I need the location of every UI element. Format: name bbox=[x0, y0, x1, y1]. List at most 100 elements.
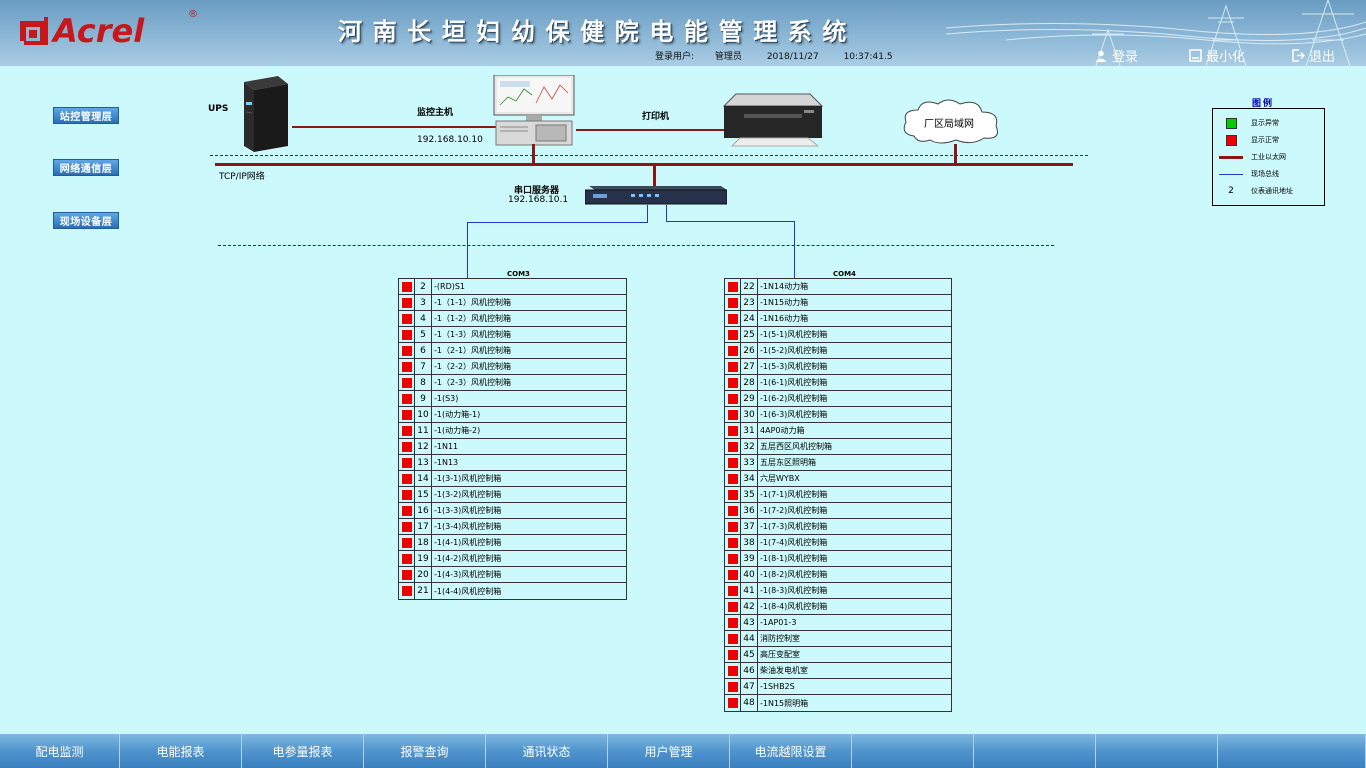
com4-device-row[interactable]: 48 -1N15照明箱 bbox=[725, 695, 951, 711]
login-button[interactable]: 登录 bbox=[1094, 47, 1138, 65]
status-indicator-icon bbox=[725, 423, 741, 438]
layer-button-station-control[interactable]: 站控管理层 bbox=[53, 107, 119, 124]
com3-device-row[interactable]: 19 -1(4-2)风机控制箱 bbox=[399, 551, 626, 567]
layer-button-network-comm[interactable]: 网络通信层 bbox=[53, 159, 119, 176]
com4-device-row[interactable]: 27 -1(5-3)风机控制箱 bbox=[725, 359, 951, 375]
com3-device-row[interactable]: 21 -1(4-4)风机控制箱 bbox=[399, 583, 626, 599]
com4-device-row[interactable]: 26 -1(5-2)风机控制箱 bbox=[725, 343, 951, 359]
com3-device-row[interactable]: 12 -1N11 bbox=[399, 439, 626, 455]
com4-device-row[interactable]: 43 -1AP01-3 bbox=[725, 615, 951, 631]
device-address: 5 bbox=[415, 327, 432, 342]
com4-device-row[interactable]: 22 -1N14动力箱 bbox=[725, 279, 951, 295]
com3-device-row[interactable]: 3 -1（1-1）风机控制箱 bbox=[399, 295, 626, 311]
com4-device-row[interactable]: 32 五层西区风机控制箱 bbox=[725, 439, 951, 455]
com3-device-row[interactable]: 11 -1(动力箱-2) bbox=[399, 423, 626, 439]
status-indicator-icon bbox=[399, 295, 415, 310]
com3-device-row[interactable]: 14 -1(3-1)风机控制箱 bbox=[399, 471, 626, 487]
com3-device-row[interactable]: 18 -1(4-1)风机控制箱 bbox=[399, 535, 626, 551]
com3-device-row[interactable]: 13 -1N13 bbox=[399, 455, 626, 471]
com4-device-row[interactable]: 38 -1(7-4)风机控制箱 bbox=[725, 535, 951, 551]
legend-item-address: 2 仪表通讯地址 bbox=[1213, 184, 1324, 198]
com4-device-row[interactable]: 31 4AP0动力箱 bbox=[725, 423, 951, 439]
com4-device-row[interactable]: 29 -1(6-2)风机控制箱 bbox=[725, 391, 951, 407]
footer-tab-3[interactable]: 电参量报表 bbox=[242, 734, 364, 768]
device-name: -1(3-1)风机控制箱 bbox=[434, 474, 502, 483]
device-name: -1（1-2）风机控制箱 bbox=[434, 314, 512, 323]
com3-device-row[interactable]: 6 -1（2-1）风机控制箱 bbox=[399, 343, 626, 359]
footer-tab-5[interactable]: 通讯状态 bbox=[486, 734, 608, 768]
footer-tab-4[interactable]: 报警查询 bbox=[364, 734, 486, 768]
device-name: -1(5-3)风机控制箱 bbox=[760, 362, 828, 371]
device-name: 六层WYBX bbox=[760, 474, 800, 483]
com4-device-row[interactable]: 40 -1(8-2)风机控制箱 bbox=[725, 567, 951, 583]
com4-device-row[interactable]: 45 高压变配室 bbox=[725, 647, 951, 663]
footer-tab-10[interactable] bbox=[1096, 734, 1218, 768]
footer-tab-2[interactable]: 电能报表 bbox=[120, 734, 242, 768]
legend-box: 显示异常 显示正常 工业以太网 现场总线 2 仪表通讯地址 bbox=[1212, 108, 1325, 206]
com4-device-row[interactable]: 46 柴油发电机室 bbox=[725, 663, 951, 679]
minimize-button[interactable]: 最小化 bbox=[1188, 47, 1245, 65]
layer-separator-bottom bbox=[218, 245, 1054, 246]
device-name: -1(4-2)风机控制箱 bbox=[434, 554, 502, 563]
com4-device-row[interactable]: 37 -1(7-3)风机控制箱 bbox=[725, 519, 951, 535]
com3-device-row[interactable]: 16 -1(3-3)风机控制箱 bbox=[399, 503, 626, 519]
device-address: 10 bbox=[415, 407, 432, 422]
com4-device-row[interactable]: 44 消防控制室 bbox=[725, 631, 951, 647]
serial-server-icon[interactable] bbox=[584, 184, 728, 206]
com3-device-row[interactable]: 4 -1（1-2）风机控制箱 bbox=[399, 311, 626, 327]
status-indicator-icon bbox=[399, 279, 415, 294]
device-address: 28 bbox=[741, 375, 758, 390]
com4-device-row[interactable]: 30 -1(6-3)风机控制箱 bbox=[725, 407, 951, 423]
red-line-icon bbox=[1213, 155, 1249, 159]
com4-device-row[interactable]: 24 -1N16动力箱 bbox=[725, 311, 951, 327]
com4-device-row[interactable]: 42 -1(8-4)风机控制箱 bbox=[725, 599, 951, 615]
lan-drop-link bbox=[954, 144, 957, 163]
device-name: -1(6-1)风机控制箱 bbox=[760, 378, 828, 387]
footer-tab-1[interactable]: 配电监测 bbox=[0, 734, 120, 768]
host-ip: 192.168.10.10 bbox=[417, 135, 483, 145]
com3-device-row[interactable]: 20 -1(4-3)风机控制箱 bbox=[399, 567, 626, 583]
com4-device-row[interactable]: 33 五层东区照明箱 bbox=[725, 455, 951, 471]
device-name: -1(5-1)风机控制箱 bbox=[760, 330, 828, 339]
com3-device-row[interactable]: 9 -1(S3) bbox=[399, 391, 626, 407]
com3-device-row[interactable]: 7 -1（2-2）风机控制箱 bbox=[399, 359, 626, 375]
com4-device-row[interactable]: 47 -1SHB2S bbox=[725, 679, 951, 695]
logout-button[interactable]: 退出 bbox=[1291, 47, 1335, 65]
device-name: -1（2-3）风机控制箱 bbox=[434, 378, 512, 387]
status-indicator-icon bbox=[725, 615, 741, 630]
footer-tab-8[interactable] bbox=[852, 734, 974, 768]
com3-device-row[interactable]: 5 -1（1-3）风机控制箱 bbox=[399, 327, 626, 343]
device-address: 21 bbox=[415, 583, 432, 599]
ups-device-icon[interactable] bbox=[232, 76, 292, 152]
com4-device-row[interactable]: 25 -1(5-1)风机控制箱 bbox=[725, 327, 951, 343]
printer-icon[interactable] bbox=[722, 88, 826, 148]
device-name: -1(S3) bbox=[434, 394, 459, 403]
com4-device-row[interactable]: 34 六层WYBX bbox=[725, 471, 951, 487]
footer-tab-7[interactable]: 电流越限设置 bbox=[730, 734, 852, 768]
device-address: 43 bbox=[741, 615, 758, 630]
com3-device-row[interactable]: 17 -1(3-4)风机控制箱 bbox=[399, 519, 626, 535]
com4-device-row[interactable]: 23 -1N15动力箱 bbox=[725, 295, 951, 311]
footer-tab-9[interactable] bbox=[974, 734, 1096, 768]
device-name: -1(4-4)风机控制箱 bbox=[434, 586, 502, 596]
com4-device-row[interactable]: 28 -1(6-1)风机控制箱 bbox=[725, 375, 951, 391]
status-indicator-icon bbox=[399, 391, 415, 406]
com3-device-row[interactable]: 8 -1（2-3）风机控制箱 bbox=[399, 375, 626, 391]
legend-label: 显示异常 bbox=[1251, 119, 1279, 127]
com4-device-row[interactable]: 35 -1(7-1)风机控制箱 bbox=[725, 487, 951, 503]
com4-device-row[interactable]: 41 -1(8-3)风机控制箱 bbox=[725, 583, 951, 599]
lan-cloud-icon[interactable]: 厂区局域网 bbox=[900, 96, 1004, 146]
com3-device-row[interactable]: 15 -1(3-2)风机控制箱 bbox=[399, 487, 626, 503]
com4-device-row[interactable]: 36 -1(7-2)风机控制箱 bbox=[725, 503, 951, 519]
monitoring-host-icon[interactable] bbox=[492, 74, 576, 147]
device-address: 9 bbox=[415, 391, 432, 406]
host-drop-link bbox=[532, 144, 535, 164]
footer-tab-6[interactable]: 用户管理 bbox=[608, 734, 730, 768]
status-indicator-icon bbox=[725, 471, 741, 486]
footer-tab-11[interactable] bbox=[1218, 734, 1366, 768]
com3-device-row[interactable]: 2 -(RD)S1 bbox=[399, 279, 626, 295]
device-name: 4AP0动力箱 bbox=[760, 426, 805, 435]
com3-device-row[interactable]: 10 -1(动力箱-1) bbox=[399, 407, 626, 423]
layer-button-field-device[interactable]: 现场设备层 bbox=[53, 212, 119, 229]
com4-device-row[interactable]: 39 -1(8-1)风机控制箱 bbox=[725, 551, 951, 567]
